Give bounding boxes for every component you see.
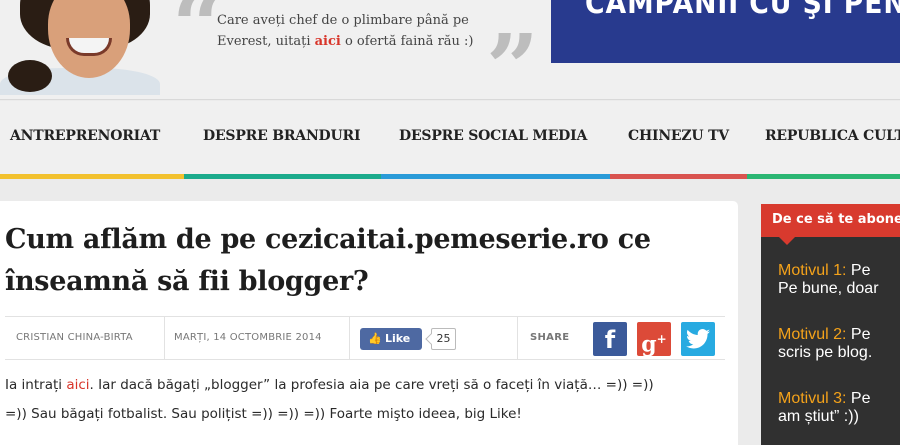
nav-item-label: ANTREPRENORIAT (10, 128, 161, 144)
article-paragraph: Ia intrați aici. Iar dacă băgați „blogge… (5, 377, 654, 393)
nav-item-republica-culturala[interactable]: REPUBLICA CULTURALĂ (747, 101, 900, 179)
main-navigation: ANTREPRENORIAT DESPRE BRANDURI DESPRE SO… (0, 101, 900, 179)
header-tagline: Care aveți chef de o plimbare până pe Ev… (217, 13, 474, 49)
nav-underline (610, 174, 747, 179)
article-author[interactable]: CRISTIAN CHINA-BIRTA (16, 332, 133, 343)
subscribe-sidebar: De ce să te abonezi Motivul 1: Pe Pe bun… (761, 204, 900, 445)
nav-item-label: REPUBLICA CULTURALĂ (765, 128, 900, 144)
article-body: Ia intrați aici. Iar dacă băgați „blogge… (5, 371, 725, 429)
facebook-icon[interactable]: f (593, 322, 627, 356)
nav-item-label: DESPRE SOCIAL MEDIA (399, 128, 588, 144)
meta-divider (517, 317, 518, 359)
article-card: Cum aflăm de pe cezicaitai.pemeserie.ro … (0, 201, 738, 445)
banner-text: CAMPANII CU ŞI PENTRU (585, 0, 900, 20)
author-avatar[interactable] (0, 0, 160, 95)
quote-close-icon: ” (486, 14, 539, 100)
reason-item: Motivul 2: Pe scris pe blog. (778, 326, 873, 361)
nav-item-label: DESPRE BRANDURI (203, 128, 361, 144)
nav-item-despre-branduri[interactable]: DESPRE BRANDURI (184, 101, 381, 179)
facebook-like-button[interactable]: 👍 Like (360, 328, 422, 350)
nav-underline (381, 174, 610, 179)
article-meta-bar: CRISTIAN CHINA-BIRTA MARȚI, 14 OCTOMBRIE… (5, 316, 725, 360)
google-plus-icon[interactable]: g+ (637, 322, 671, 357)
like-count: 25 (431, 328, 456, 350)
author-cell: CRISTIAN CHINA-BIRTA (5, 317, 165, 359)
twitter-icon[interactable] (681, 322, 715, 356)
share-label: SHARE (530, 332, 570, 343)
article-title[interactable]: Cum aflăm de pe cezicaitai.pemeserie.ro … (5, 219, 725, 303)
tagline-link[interactable]: aici (315, 34, 341, 49)
nav-item-label: CHINEZU TV (628, 128, 729, 144)
sidebar-heading: De ce să te abonezi (761, 204, 900, 245)
reason-item: Motivul 3: Pe am știut” :)) (778, 390, 871, 425)
nav-item-despre-social-media[interactable]: DESPRE SOCIAL MEDIA (381, 101, 610, 179)
sidebar-heading-text: De ce să te abonezi (772, 212, 900, 227)
nav-underline (0, 174, 184, 179)
nav-item-antreprenoriat[interactable]: ANTREPRENORIAT (0, 101, 184, 179)
thumbs-up-icon: 👍 (368, 332, 382, 345)
nav-underline (184, 174, 381, 179)
like-label: Like (385, 332, 411, 345)
article-date: MARȚI, 14 OCTOMBRIE 2014 (174, 332, 322, 343)
nav-item-chinezu-tv[interactable]: CHINEZU TV (610, 101, 747, 179)
site-header: “ Care aveți chef de o plimbare până pe … (0, 0, 900, 100)
article-link[interactable]: aici (66, 377, 89, 393)
campaign-banner[interactable]: CAMPANII CU ŞI PENTRU (551, 0, 900, 63)
article-paragraph: =)) Sau băgați fotbalist. Sau polițist =… (5, 406, 522, 422)
nav-underline (747, 174, 900, 179)
date-cell: MARȚI, 14 OCTOMBRIE 2014 (165, 317, 350, 359)
reason-item: Motivul 1: Pe Pe bune, doar (778, 262, 879, 297)
